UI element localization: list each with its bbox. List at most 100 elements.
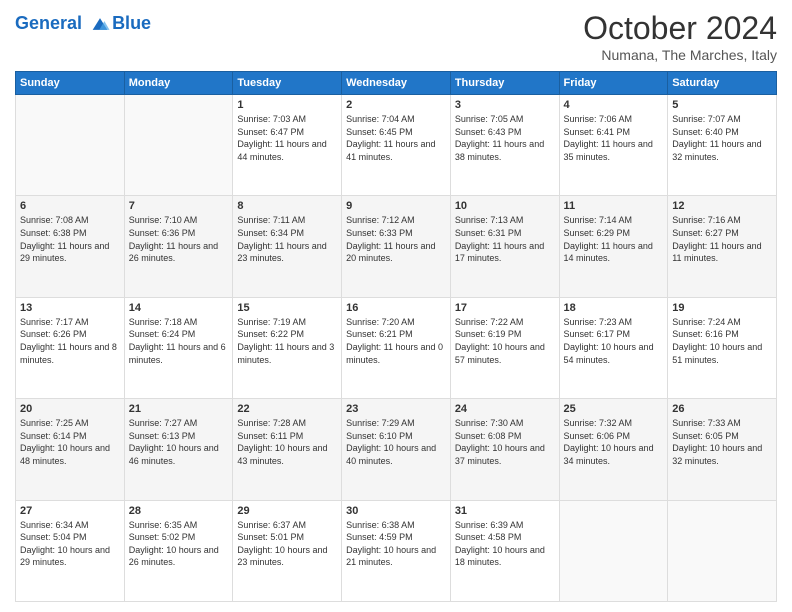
day-number: 1 [237, 99, 337, 111]
day-number: 26 [672, 403, 772, 415]
day-info: Sunrise: 7:06 AM Sunset: 6:41 PM Dayligh… [564, 113, 664, 163]
calendar-cell: 28 Sunrise: 6:35 AM Sunset: 5:02 PM Dayli… [124, 500, 233, 601]
calendar-week-row: 27 Sunrise: 6:34 AM Sunset: 5:04 PM Dayli… [16, 500, 777, 601]
calendar-cell: 5 Sunrise: 7:07 AM Sunset: 6:40 PM Daylig… [668, 95, 777, 196]
calendar-cell: 15 Sunrise: 7:19 AM Sunset: 6:22 PM Dayli… [233, 297, 342, 398]
day-number: 21 [129, 403, 229, 415]
calendar-table: SundayMondayTuesdayWednesdayThursdayFrid… [15, 71, 777, 602]
calendar-cell: 21 Sunrise: 7:27 AM Sunset: 6:13 PM Dayli… [124, 399, 233, 500]
calendar-cell: 29 Sunrise: 6:37 AM Sunset: 5:01 PM Dayli… [233, 500, 342, 601]
day-info: Sunrise: 7:14 AM Sunset: 6:29 PM Dayligh… [564, 214, 664, 264]
calendar-cell: 30Sunrise: 6:38 AM Sunset: 4:59 PM Dayli… [342, 500, 451, 601]
day-info: Sunrise: 7:32 AM Sunset: 6:06 PM Dayligh… [564, 417, 664, 467]
day-info: Sunrise: 7:16 AM Sunset: 6:27 PM Dayligh… [672, 214, 772, 264]
calendar-cell: 31 Sunrise: 6:39 AM Sunset: 4:58 PM Dayli… [450, 500, 559, 601]
day-info: Sunrise: 7:29 AM Sunset: 6:10 PM Dayligh… [346, 417, 446, 467]
day-info: Sunrise: 7:19 AM Sunset: 6:22 PM Dayligh… [237, 316, 337, 366]
day-number: 25 [564, 403, 664, 415]
calendar-cell: 6 Sunrise: 7:08 AM Sunset: 6:38 PM Daylig… [16, 196, 125, 297]
calendar-cell: 4Sunrise: 7:06 AM Sunset: 6:41 PM Daylig… [559, 95, 668, 196]
day-info: Sunrise: 7:08 AM Sunset: 6:38 PM Dayligh… [20, 214, 120, 264]
day-number: 11 [564, 200, 664, 212]
day-number: 10 [455, 200, 555, 212]
day-number: 2 [346, 99, 446, 111]
day-info: Sunrise: 7:18 AM Sunset: 6:24 PM Dayligh… [129, 316, 229, 366]
day-number: 19 [672, 302, 772, 314]
day-info: Sunrise: 7:28 AM Sunset: 6:11 PM Dayligh… [237, 417, 337, 467]
day-info: Sunrise: 7:10 AM Sunset: 6:36 PM Dayligh… [129, 214, 229, 264]
calendar-body: 1Sunrise: 7:03 AM Sunset: 6:47 PM Daylig… [16, 95, 777, 602]
day-number: 30 [346, 505, 446, 517]
calendar-cell: 2 Sunrise: 7:04 AM Sunset: 6:45 PM Daylig… [342, 95, 451, 196]
day-number: 20 [20, 403, 120, 415]
calendar-cell: 25 Sunrise: 7:32 AM Sunset: 6:06 PM Dayli… [559, 399, 668, 500]
day-info: Sunrise: 7:11 AM Sunset: 6:34 PM Dayligh… [237, 214, 337, 264]
day-number: 18 [564, 302, 664, 314]
calendar-cell: 17Sunrise: 7:22 AM Sunset: 6:19 PM Dayli… [450, 297, 559, 398]
day-info: Sunrise: 7:27 AM Sunset: 6:13 PM Dayligh… [129, 417, 229, 467]
day-info: Sunrise: 7:20 AM Sunset: 6:21 PM Dayligh… [346, 316, 446, 366]
weekday-header: Thursday [450, 72, 559, 95]
calendar-cell: 7Sunrise: 7:10 AM Sunset: 6:36 PM Daylig… [124, 196, 233, 297]
logo: General Blue [15, 14, 151, 34]
calendar-week-row: 20Sunrise: 7:25 AM Sunset: 6:14 PM Dayli… [16, 399, 777, 500]
day-number: 8 [237, 200, 337, 212]
weekday-header: Wednesday [342, 72, 451, 95]
header-row: SundayMondayTuesdayWednesdayThursdayFrid… [16, 72, 777, 95]
calendar-cell: 14Sunrise: 7:18 AM Sunset: 6:24 PM Dayli… [124, 297, 233, 398]
calendar-cell: 10 Sunrise: 7:13 AM Sunset: 6:31 PM Dayli… [450, 196, 559, 297]
day-info: Sunrise: 7:07 AM Sunset: 6:40 PM Dayligh… [672, 113, 772, 163]
day-number: 5 [672, 99, 772, 111]
day-info: Sunrise: 6:37 AM Sunset: 5:01 PM Dayligh… [237, 519, 337, 569]
calendar-cell: 11 Sunrise: 7:14 AM Sunset: 6:29 PM Dayli… [559, 196, 668, 297]
day-number: 22 [237, 403, 337, 415]
day-info: Sunrise: 7:24 AM Sunset: 6:16 PM Dayligh… [672, 316, 772, 366]
day-number: 16 [346, 302, 446, 314]
calendar-cell [668, 500, 777, 601]
calendar-cell: 16 Sunrise: 7:20 AM Sunset: 6:21 PM Dayli… [342, 297, 451, 398]
day-number: 6 [20, 200, 120, 212]
day-info: Sunrise: 7:23 AM Sunset: 6:17 PM Dayligh… [564, 316, 664, 366]
day-info: Sunrise: 7:17 AM Sunset: 6:26 PM Dayligh… [20, 316, 120, 366]
calendar-cell: 8 Sunrise: 7:11 AM Sunset: 6:34 PM Daylig… [233, 196, 342, 297]
day-number: 27 [20, 505, 120, 517]
title-section: October 2024 Numana, The Marches, Italy [583, 10, 777, 63]
day-info: Sunrise: 6:39 AM Sunset: 4:58 PM Dayligh… [455, 519, 555, 569]
calendar-cell: 1Sunrise: 7:03 AM Sunset: 6:47 PM Daylig… [233, 95, 342, 196]
calendar-cell: 18 Sunrise: 7:23 AM Sunset: 6:17 PM Dayli… [559, 297, 668, 398]
day-info: Sunrise: 7:05 AM Sunset: 6:43 PM Dayligh… [455, 113, 555, 163]
day-number: 9 [346, 200, 446, 212]
day-number: 12 [672, 200, 772, 212]
location: Numana, The Marches, Italy [583, 47, 777, 63]
calendar-cell: 20Sunrise: 7:25 AM Sunset: 6:14 PM Dayli… [16, 399, 125, 500]
day-number: 23 [346, 403, 446, 415]
weekday-header: Tuesday [233, 72, 342, 95]
day-number: 28 [129, 505, 229, 517]
day-number: 15 [237, 302, 337, 314]
day-info: Sunrise: 6:35 AM Sunset: 5:02 PM Dayligh… [129, 519, 229, 569]
logo-text2: Blue [112, 14, 151, 34]
calendar-cell: 19 Sunrise: 7:24 AM Sunset: 6:16 PM Dayli… [668, 297, 777, 398]
day-info: Sunrise: 7:13 AM Sunset: 6:31 PM Dayligh… [455, 214, 555, 264]
calendar-cell: 27 Sunrise: 6:34 AM Sunset: 5:04 PM Dayli… [16, 500, 125, 601]
calendar-cell: 3Sunrise: 7:05 AM Sunset: 6:43 PM Daylig… [450, 95, 559, 196]
calendar-cell: 24Sunrise: 7:30 AM Sunset: 6:08 PM Dayli… [450, 399, 559, 500]
calendar-cell [124, 95, 233, 196]
calendar-cell: 13 Sunrise: 7:17 AM Sunset: 6:26 PM Dayli… [16, 297, 125, 398]
calendar-week-row: 13 Sunrise: 7:17 AM Sunset: 6:26 PM Dayli… [16, 297, 777, 398]
calendar-week-row: 1Sunrise: 7:03 AM Sunset: 6:47 PM Daylig… [16, 95, 777, 196]
day-number: 31 [455, 505, 555, 517]
day-info: Sunrise: 7:04 AM Sunset: 6:45 PM Dayligh… [346, 113, 446, 163]
day-info: Sunrise: 7:22 AM Sunset: 6:19 PM Dayligh… [455, 316, 555, 366]
logo-icon [89, 15, 111, 33]
weekday-header: Friday [559, 72, 668, 95]
month-year: October 2024 [583, 10, 777, 47]
day-number: 13 [20, 302, 120, 314]
day-info: Sunrise: 6:34 AM Sunset: 5:04 PM Dayligh… [20, 519, 120, 569]
day-number: 29 [237, 505, 337, 517]
day-info: Sunrise: 7:30 AM Sunset: 6:08 PM Dayligh… [455, 417, 555, 467]
day-info: Sunrise: 7:33 AM Sunset: 6:05 PM Dayligh… [672, 417, 772, 467]
weekday-header: Sunday [16, 72, 125, 95]
page: General Blue October 2024 Numana, The Ma… [0, 0, 792, 612]
calendar-cell: 9Sunrise: 7:12 AM Sunset: 6:33 PM Daylig… [342, 196, 451, 297]
